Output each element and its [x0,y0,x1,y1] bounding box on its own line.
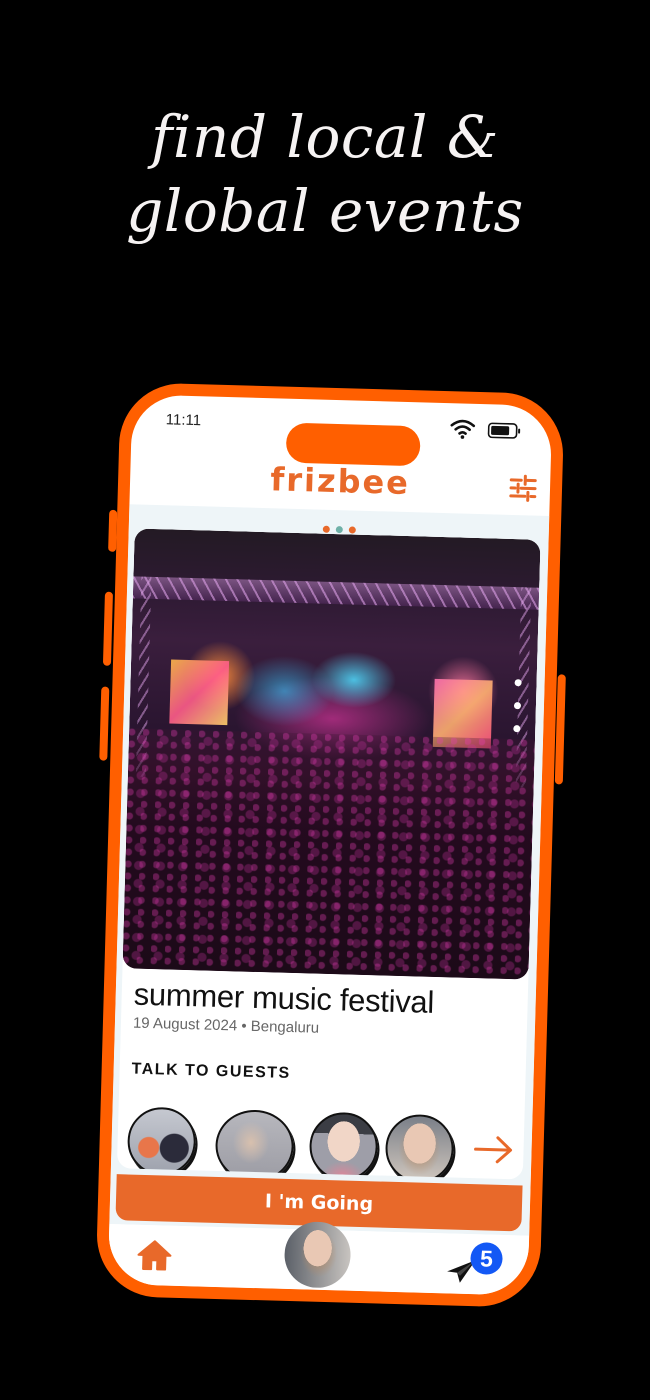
stage-screen-left [169,659,230,726]
guests-row [123,1106,519,1180]
content-area: summer music festival 19 August 2024 • B… [109,504,550,1236]
app-screen: 11:11 frizbee summer music festival 19 A… [107,394,553,1296]
wifi-icon [450,419,476,439]
event-card[interactable]: summer music festival 19 August 2024 • B… [116,528,541,1180]
status-time: 11:11 [165,411,202,430]
dynamic-island [285,422,421,467]
event-date-location: 19 August 2024 • Bengaluru [132,1014,320,1037]
app-logo: frizbee [269,460,411,503]
stage-truss [132,576,540,610]
battery-icon [487,422,521,439]
headline-line-1: find local & [150,103,500,171]
page-dot[interactable] [322,525,330,533]
guest-avatar[interactable] [126,1106,197,1177]
home-icon[interactable] [136,1239,173,1272]
guest-avatar[interactable] [214,1108,295,1180]
sliders-icon[interactable] [508,473,539,504]
profile-avatar[interactable] [283,1220,352,1289]
page-dot-active[interactable] [335,526,343,534]
image-pager-dot[interactable] [514,679,522,687]
crowd [122,728,536,980]
arrow-right-icon[interactable] [473,1134,514,1165]
bottom-tab-bar: 5 [107,1220,530,1296]
promo-headline: find local & global events [0,100,650,248]
phone-frame: 11:11 frizbee summer music festival 19 A… [95,381,565,1309]
image-pager-dot[interactable] [513,702,522,710]
guest-avatar[interactable] [308,1111,379,1180]
guest-avatar[interactable] [384,1113,455,1180]
volume-down-button [99,686,110,761]
power-button [554,674,566,785]
image-pager-dot[interactable] [513,725,521,733]
messages-badge: 5 [470,1242,503,1275]
event-title: summer music festival [133,976,435,1020]
page-dot[interactable] [348,526,356,534]
phone-mockup: 11:11 frizbee summer music festival 19 A… [95,381,566,1309]
guests-heading: TALK TO GUESTS [131,1060,291,1082]
event-image[interactable] [122,528,541,980]
volume-up-button [102,591,113,666]
headline-line-2: global events [126,177,524,245]
